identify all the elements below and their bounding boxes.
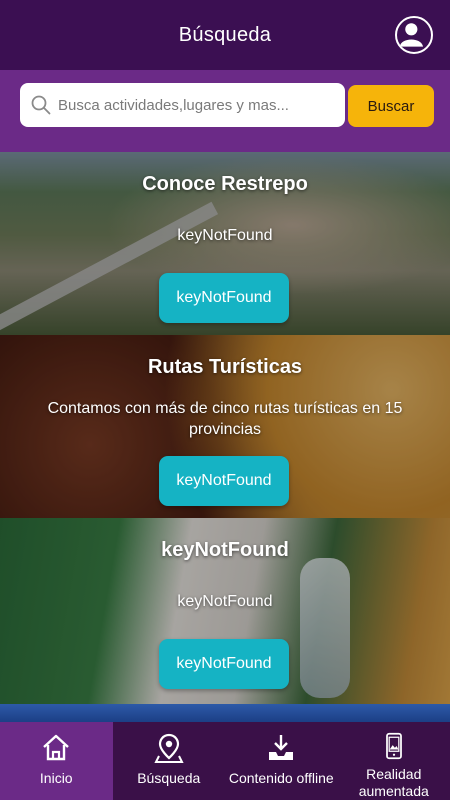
tab-inicio[interactable]: Inicio (0, 722, 113, 800)
tab-realidad-aumentada[interactable]: Realidad aumentada (338, 722, 450, 800)
card-collage[interactable]: keyNotFound keyNotFound keyNotFound (0, 518, 450, 704)
tab-label: Contenido offline (228, 770, 334, 786)
user-circle-icon[interactable] (395, 16, 433, 54)
home-icon (43, 734, 70, 761)
card-title: Rutas Turísticas (147, 356, 303, 378)
search-button[interactable]: Buscar (348, 85, 434, 127)
card-action-button[interactable]: keyNotFound (159, 456, 289, 506)
tab-label: Inicio (39, 770, 73, 786)
card-description: Contamos con más de cinco rutas turístic… (47, 400, 403, 438)
tab-busqueda[interactable]: Búsqueda (113, 722, 226, 800)
app-header: Búsqueda (0, 0, 450, 70)
bottom-tab-bar: Inicio Búsqueda Contenido offline Realid… (0, 722, 450, 800)
phone-image-icon (385, 732, 402, 760)
search-input[interactable] (58, 96, 345, 114)
card-action-button[interactable]: keyNotFound (159, 273, 289, 323)
map-pin-icon (154, 733, 184, 763)
search-bar: Buscar (0, 70, 450, 152)
search-icon (31, 95, 51, 115)
card-description: keyNotFound (177, 227, 273, 244)
card-title: keyNotFound (161, 539, 289, 561)
page-title: Búsqueda (178, 23, 272, 46)
card-rutas-turisticas[interactable]: Rutas Turísticas Contamos con más de cin… (0, 335, 450, 518)
tab-label: Realidad aumentada (358, 766, 429, 799)
card-partial[interactable] (0, 704, 450, 722)
download-tray-icon (269, 735, 294, 760)
tab-contenido-offline[interactable]: Contenido offline (225, 722, 338, 800)
search-field[interactable] (20, 83, 345, 127)
card-title: Conoce Restrepo (142, 173, 308, 195)
card-description: keyNotFound (177, 593, 273, 610)
tab-label: Búsqueda (137, 770, 201, 786)
card-action-button[interactable]: keyNotFound (159, 639, 289, 689)
card-conoce-restrepo[interactable]: Conoce Restrepo keyNotFound keyNotFound (0, 152, 450, 335)
